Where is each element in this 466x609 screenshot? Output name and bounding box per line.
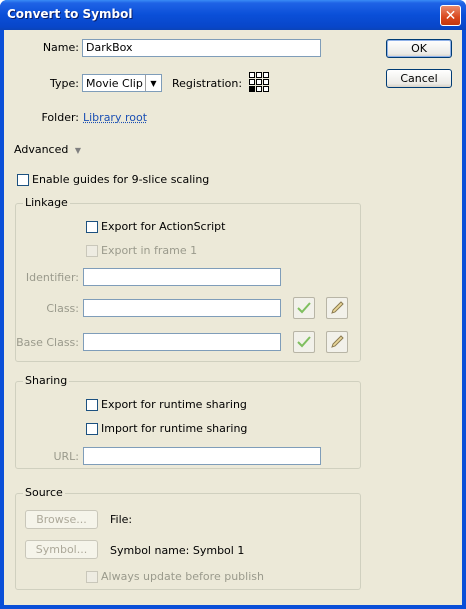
folder-link[interactable]: Library root [83, 111, 147, 124]
export-frame1-label: Export in frame 1 [101, 244, 198, 257]
dialog-window: Convert to Symbol ✕ Name: DarkBox OK Can… [0, 0, 466, 609]
import-runtime-label: Import for runtime sharing [101, 422, 248, 435]
browse-button[interactable]: Browse... [25, 510, 98, 529]
chevron-down-icon: ▼ [145, 75, 161, 91]
triangle-down-icon: ▼ [74, 146, 81, 155]
linkage-title: Linkage [23, 196, 70, 209]
export-runtime-label: Export for runtime sharing [101, 398, 247, 411]
export-actionscript-checkbox[interactable] [86, 221, 98, 233]
nine-slice-checkbox[interactable] [17, 174, 29, 186]
base-class-input[interactable] [83, 333, 281, 351]
registration-point[interactable] [256, 86, 262, 92]
always-update-checkbox[interactable] [86, 571, 98, 583]
registration-point-selected[interactable] [249, 86, 255, 92]
name-input[interactable]: DarkBox [82, 39, 321, 57]
validate-base-class-button[interactable] [293, 331, 315, 353]
source-title: Source [23, 486, 65, 499]
type-label: Type: [50, 77, 79, 90]
pencil-icon [331, 335, 344, 348]
validate-class-button[interactable] [293, 297, 315, 319]
base-class-label: Base Class: [16, 336, 79, 349]
type-select-value: Movie Clip [86, 76, 143, 90]
export-runtime-checkbox[interactable] [86, 399, 98, 411]
registration-point[interactable] [256, 72, 262, 78]
name-label: Name: [42, 41, 79, 54]
nine-slice-label: Enable guides for 9-slice scaling [32, 173, 210, 186]
class-input[interactable] [83, 299, 281, 317]
export-frame1-checkbox[interactable] [86, 245, 98, 257]
pencil-icon [331, 301, 344, 314]
cancel-button[interactable]: Cancel [386, 69, 452, 88]
dialog-body: Name: DarkBox OK Cancel Type: Movie Clip… [4, 30, 462, 605]
registration-point[interactable] [249, 79, 255, 85]
url-label: URL: [53, 450, 79, 463]
registration-point[interactable] [249, 72, 255, 78]
checkmark-icon [297, 302, 311, 314]
class-label: Class: [46, 302, 79, 315]
symbol-name-label: Symbol name: Symbol 1 [110, 544, 245, 557]
url-input[interactable] [83, 447, 321, 465]
type-select[interactable]: Movie Clip ▼ [82, 74, 162, 92]
sharing-title: Sharing [23, 374, 70, 387]
export-actionscript-label: Export for ActionScript [101, 220, 226, 233]
registration-point[interactable] [263, 79, 269, 85]
close-button[interactable]: ✕ [440, 5, 461, 26]
always-update-label: Always update before publish [101, 570, 264, 583]
checkmark-icon [297, 336, 311, 348]
edit-base-class-button[interactable] [326, 331, 348, 353]
import-runtime-checkbox[interactable] [86, 423, 98, 435]
symbol-button[interactable]: Symbol... [25, 540, 98, 559]
advanced-toggle[interactable]: Advanced ▼ [14, 143, 81, 156]
identifier-label: Identifier: [25, 271, 79, 284]
title-bar[interactable]: Convert to Symbol ✕ [0, 0, 466, 30]
close-icon: ✕ [444, 7, 457, 24]
registration-point[interactable] [263, 72, 269, 78]
registration-grid[interactable] [249, 72, 269, 92]
identifier-input[interactable] [83, 268, 281, 286]
registration-label: Registration: [172, 77, 243, 90]
edit-class-button[interactable] [326, 297, 348, 319]
file-label: File: [110, 513, 133, 526]
window-title: Convert to Symbol [7, 7, 133, 21]
folder-label: Folder: [41, 111, 79, 124]
advanced-label: Advanced [14, 143, 69, 156]
registration-point[interactable] [256, 79, 262, 85]
ok-button[interactable]: OK [386, 39, 452, 58]
registration-point[interactable] [263, 86, 269, 92]
